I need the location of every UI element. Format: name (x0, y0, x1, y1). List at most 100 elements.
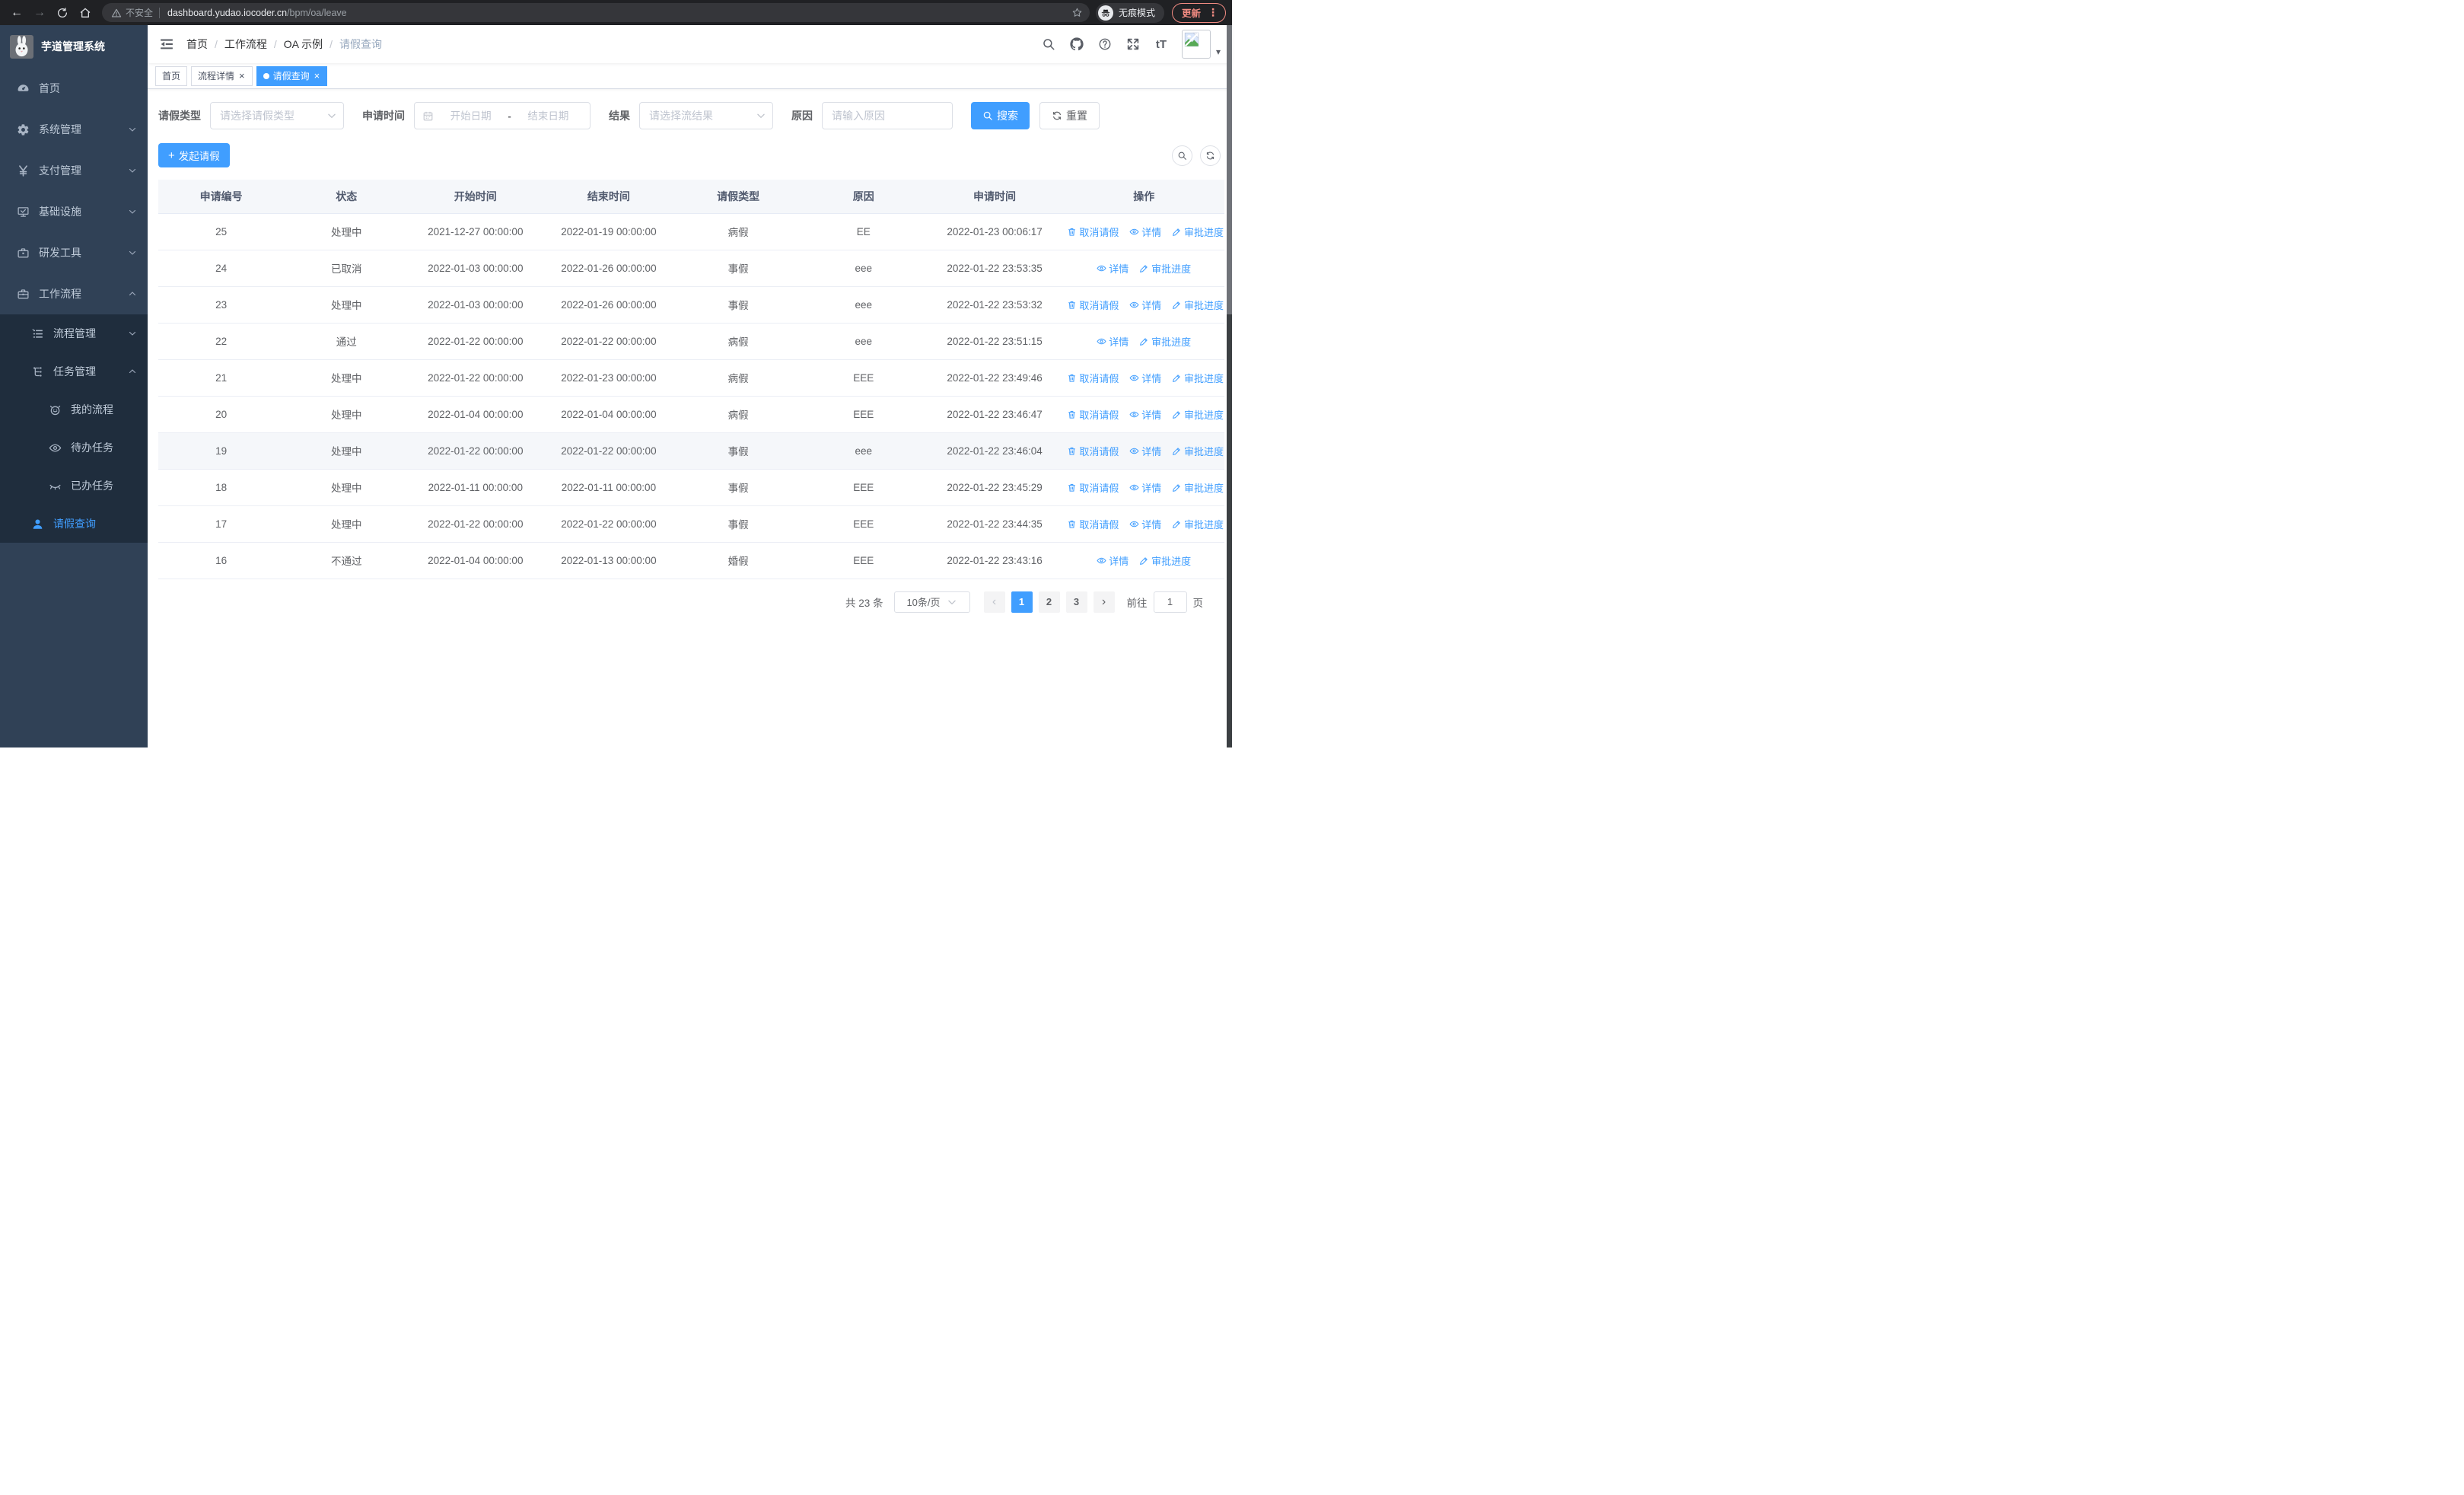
reason-label: 原因 (791, 110, 813, 122)
apply-time-range-picker[interactable]: - (414, 102, 591, 129)
sidebar-subitem[interactable]: 流程管理 (0, 314, 148, 352)
next-page-button[interactable]: › (1093, 591, 1115, 613)
sidebar-item-leave-query[interactable]: 请假查询 (0, 505, 148, 543)
url-host: dashboard.yudao.iocoder.cn (167, 7, 288, 18)
cancel-leave-link[interactable]: 取消请假 (1067, 517, 1119, 531)
sidebar-subitem[interactable]: 我的流程 (0, 390, 148, 429)
sidebar-subitem[interactable]: 任务管理 (0, 352, 148, 390)
refresh-table-button[interactable] (1200, 145, 1221, 166)
cancel-leave-link[interactable]: 取消请假 (1067, 371, 1119, 385)
breadcrumb-item[interactable]: / 工作流程 (208, 37, 267, 52)
approval-progress-link[interactable]: 审批进度 (1139, 261, 1191, 276)
cell-end-time: 2022-01-22 00:00:00 (542, 432, 676, 470)
page-number-button[interactable]: 1 (1011, 591, 1033, 613)
search-button[interactable]: 搜索 (971, 102, 1030, 129)
approval-progress-link[interactable]: 审批进度 (1172, 371, 1224, 385)
sidebar-subitem[interactable]: 已办任务 (0, 467, 148, 505)
view-tab[interactable]: 流程详情 × (191, 65, 253, 86)
reason-input[interactable] (822, 102, 953, 129)
browser-forward-button[interactable]: → (29, 2, 50, 24)
page-number-button[interactable]: 2 (1038, 591, 1060, 613)
toggle-search-button[interactable] (1172, 145, 1192, 166)
start-date-input[interactable] (437, 110, 505, 122)
incognito-icon (1100, 8, 1111, 18)
detail-link[interactable]: 详情 (1129, 298, 1161, 312)
cell-reason: EE (801, 213, 926, 250)
incognito-avatar (1097, 5, 1113, 21)
approval-progress-link[interactable]: 审批进度 (1172, 517, 1224, 531)
header-search-icon[interactable] (1041, 37, 1056, 52)
page-size-select[interactable]: 10条/页 (893, 591, 970, 613)
sidebar-item[interactable]: 基础设施 (0, 191, 148, 232)
sidebar-subitem[interactable]: 待办任务 (0, 429, 148, 467)
cancel-leave-link[interactable]: 取消请假 (1067, 225, 1119, 239)
bookmark-star-icon[interactable] (1068, 4, 1087, 22)
caret-down-icon[interactable]: ▾ (1216, 46, 1221, 59)
sidebar-item[interactable]: 首页 (0, 68, 148, 109)
view-tab[interactable]: 首页 (155, 65, 188, 86)
app-logo[interactable]: 芋道管理系统 (0, 25, 148, 68)
sidebar-item[interactable]: 系统管理 (0, 109, 148, 150)
detail-link[interactable]: 详情 (1129, 407, 1161, 422)
approval-progress-link[interactable]: 审批进度 (1172, 225, 1224, 239)
view-tab[interactable]: 请假查询 × (256, 65, 328, 86)
approval-progress-link[interactable]: 审批进度 (1139, 334, 1191, 349)
leave-type-select[interactable] (210, 102, 344, 129)
end-date-input[interactable] (514, 110, 582, 122)
table-row: 24 已取消 2022-01-03 00:00:00 2022-01-26 00… (158, 250, 1224, 287)
approval-progress-link[interactable]: 审批进度 (1172, 444, 1224, 458)
scrollbar[interactable] (1227, 25, 1232, 748)
close-icon[interactable]: × (238, 71, 246, 81)
help-icon[interactable] (1097, 37, 1113, 52)
detail-link[interactable]: 详情 (1097, 261, 1129, 276)
font-size-icon[interactable]: tT (1154, 37, 1169, 52)
reset-button[interactable]: 重置 (1039, 102, 1100, 129)
page-number-button[interactable]: 3 (1065, 591, 1087, 613)
user-menu[interactable]: ▾ (1181, 30, 1221, 59)
list-icon (31, 327, 44, 340)
breadcrumb-item[interactable]: 首页 (186, 37, 208, 52)
detail-link[interactable]: 详情 (1097, 334, 1129, 349)
detail-link[interactable]: 详情 (1129, 480, 1161, 495)
cancel-leave-link[interactable]: 取消请假 (1067, 444, 1119, 458)
detail-link[interactable]: 详情 (1097, 553, 1129, 568)
detail-link[interactable]: 详情 (1129, 444, 1161, 458)
cell-status: 处理中 (284, 286, 409, 324)
sidebar-subitem-label: 流程管理 (53, 327, 96, 339)
cell-start-time: 2022-01-03 00:00:00 (409, 250, 543, 287)
scrollbar-thumb[interactable] (1227, 25, 1232, 314)
breadcrumb-item[interactable]: / OA 示例 (267, 37, 323, 52)
approval-progress-link[interactable]: 审批进度 (1139, 553, 1191, 568)
detail-link[interactable]: 详情 (1129, 517, 1161, 531)
detail-link[interactable]: 详情 (1129, 371, 1161, 385)
fullscreen-icon[interactable] (1125, 37, 1141, 52)
browser-reload-button[interactable] (52, 2, 73, 24)
approval-progress-link[interactable]: 审批进度 (1172, 298, 1224, 312)
cell-leave-type: 事假 (675, 286, 801, 324)
cancel-leave-link[interactable]: 取消请假 (1067, 298, 1119, 312)
browser-home-button[interactable] (75, 2, 96, 24)
breadcrumb-item[interactable]: / 请假查询 (323, 37, 382, 52)
sidebar-item[interactable]: 工作流程 (0, 273, 148, 314)
breadcrumb-separator: / (273, 38, 277, 50)
sidebar-item[interactable]: 支付管理 (0, 150, 148, 191)
cancel-leave-link[interactable]: 取消请假 (1067, 480, 1119, 495)
result-input[interactable] (639, 102, 773, 129)
leave-type-input[interactable] (210, 102, 344, 129)
prev-page-button[interactable]: ‹ (983, 591, 1005, 613)
update-button[interactable]: 更新 ⋮ (1171, 2, 1226, 23)
hamburger-icon[interactable] (159, 37, 174, 52)
address-bar[interactable]: 不安全 dashboard.yudao.iocoder.cn/bpm/oa/le… (102, 3, 1090, 22)
github-icon[interactable] (1069, 37, 1084, 52)
cancel-leave-link[interactable]: 取消请假 (1067, 407, 1119, 422)
browser-back-button[interactable]: ← (6, 2, 27, 24)
detail-link[interactable]: 详情 (1129, 225, 1161, 239)
browser-menu-icon[interactable]: ⋮ (1208, 6, 1218, 19)
create-leave-button[interactable]: + 发起请假 (158, 143, 230, 167)
sidebar-item[interactable]: 研发工具 (0, 232, 148, 273)
goto-page-input[interactable] (1153, 591, 1187, 613)
close-icon[interactable]: × (314, 71, 321, 81)
approval-progress-link[interactable]: 审批进度 (1172, 407, 1224, 422)
approval-progress-link[interactable]: 审批进度 (1172, 480, 1224, 495)
result-select[interactable] (639, 102, 773, 129)
